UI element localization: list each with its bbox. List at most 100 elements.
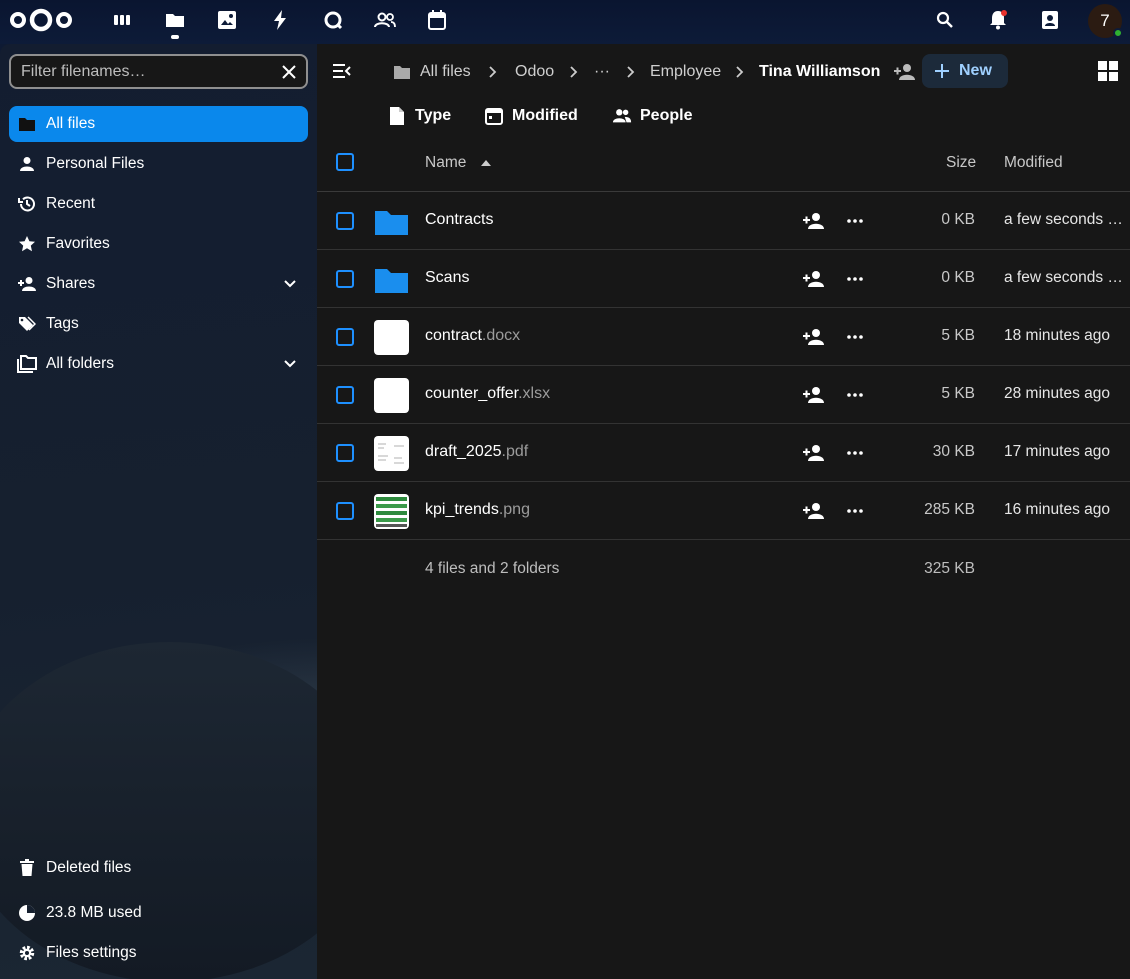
notification-badge (1001, 10, 1007, 16)
online-status-indicator (1113, 28, 1123, 38)
breadcrumb: All files Odoo ··· Employee Tina William… (317, 54, 1130, 90)
top-bar: 7 (0, 0, 1130, 44)
select-all-checkbox[interactable] (336, 153, 354, 171)
contacts-menu-icon[interactable] (1037, 7, 1063, 33)
breadcrumb-all-files[interactable]: All files (393, 54, 471, 90)
sidebar-item-recent[interactable]: Recent (9, 186, 308, 222)
sidebar-item-label: Shares (46, 275, 96, 292)
row-checkbox[interactable] (336, 502, 354, 520)
filter-people[interactable]: People (612, 98, 692, 134)
file-name[interactable]: Contracts (425, 211, 493, 229)
sidebar-item-all-folders[interactable]: All folders (9, 346, 308, 382)
modified-column-header[interactable]: Modified (1004, 154, 1063, 172)
sidebar-item-files-settings[interactable]: Files settings (9, 935, 308, 971)
chevron-right-icon (736, 66, 744, 78)
file-list-area: All files Odoo ··· Employee Tina William… (317, 44, 1130, 979)
file-modified: 28 minutes ago (1004, 385, 1110, 402)
breadcrumb-employee[interactable]: Employee (650, 54, 721, 90)
sidebar-item-favorites[interactable]: Favorites (9, 226, 308, 262)
share-icon[interactable] (803, 269, 825, 289)
talk-icon[interactable] (320, 7, 346, 33)
row-checkbox[interactable] (336, 328, 354, 346)
sidebar-item-shares[interactable]: Shares (9, 266, 308, 302)
storage-usage-label: 23.8 MB used (46, 904, 142, 921)
filter-filenames-field (9, 54, 308, 89)
more-actions-icon[interactable] (845, 270, 865, 288)
share-icon[interactable] (803, 443, 825, 463)
table-row[interactable]: kpi_trends.png 285 KB 16 minutes ago (317, 482, 1130, 540)
activity-icon[interactable] (267, 7, 293, 33)
clear-filter-icon[interactable] (280, 63, 298, 81)
new-button[interactable]: New (922, 54, 1008, 88)
filter-filenames-input[interactable] (21, 62, 271, 81)
chevron-down-icon[interactable] (282, 356, 298, 372)
notifications-icon[interactable] (985, 7, 1011, 33)
file-name[interactable]: draft_2025.pdf (425, 443, 528, 461)
navigation-sidebar: All files Personal Files Recent Favorite… (0, 44, 380, 979)
share-icon (17, 274, 37, 294)
photos-icon[interactable] (214, 7, 240, 33)
table-row[interactable]: Contracts 0 KB a few seconds ago (317, 192, 1130, 250)
tag-icon (17, 314, 37, 334)
filter-type[interactable]: Type (387, 98, 451, 134)
filter-chips: Type Modified People (317, 98, 1130, 134)
table-row[interactable]: Scans 0 KB a few seconds ago (317, 250, 1130, 308)
chevron-down-icon[interactable] (282, 276, 298, 292)
share-icon[interactable] (803, 327, 825, 347)
filter-type-label: Type (415, 107, 452, 124)
table-row[interactable]: contract.docx 5 KB 18 minutes ago (317, 308, 1130, 366)
contacts-icon[interactable] (372, 7, 398, 33)
grid-view-icon[interactable] (1098, 61, 1118, 81)
files-icon[interactable] (162, 7, 188, 39)
more-actions-icon[interactable] (845, 386, 865, 404)
trash-icon (17, 858, 37, 878)
breadcrumb-odoo[interactable]: Odoo (515, 54, 554, 90)
row-checkbox[interactable] (336, 444, 354, 462)
sidebar-item-label: Tags (46, 315, 79, 332)
table-row[interactable]: draft_2025.pdf 30 KB 17 minutes ago (317, 424, 1130, 482)
sort-ascending-icon (480, 160, 491, 166)
table-row[interactable]: counter_offer.xlsx 5 KB 28 minutes ago (317, 366, 1130, 424)
total-size-summary: 325 KB (924, 560, 975, 577)
file-name[interactable]: Scans (425, 269, 469, 287)
sidebar-item-tags[interactable]: Tags (9, 306, 308, 342)
more-actions-icon[interactable] (845, 502, 865, 520)
filter-people-label: People (640, 107, 693, 124)
plus-icon (935, 64, 949, 78)
toggle-navigation-icon[interactable] (333, 63, 351, 79)
size-column-header[interactable]: Size (946, 154, 976, 172)
column-label: Modified (1004, 154, 1063, 171)
nextcloud-logo[interactable] (8, 6, 74, 34)
share-folder-icon[interactable] (894, 63, 916, 81)
sidebar-item-deleted-files[interactable]: Deleted files (9, 850, 308, 886)
more-actions-icon[interactable] (845, 444, 865, 462)
breadcrumb-more[interactable]: ··· (594, 54, 610, 90)
row-checkbox[interactable] (336, 270, 354, 288)
name-column-header[interactable]: Name (425, 154, 491, 172)
table-summary: 4 files and 2 folders 325 KB (317, 540, 1130, 598)
sidebar-item-personal-files[interactable]: Personal Files (9, 146, 308, 182)
folder-icon (394, 65, 410, 79)
filter-modified[interactable]: Modified (484, 98, 578, 134)
share-icon[interactable] (803, 211, 825, 231)
file-name[interactable]: kpi_trends.png (425, 501, 530, 519)
sidebar-item-label: All files (46, 115, 96, 132)
more-actions-icon[interactable] (845, 328, 865, 346)
share-icon[interactable] (803, 501, 825, 521)
breadcrumb-current-folder[interactable]: Tina Williamson (759, 54, 880, 90)
file-name[interactable]: contract.docx (425, 327, 520, 345)
row-checkbox[interactable] (336, 212, 354, 230)
search-icon[interactable] (932, 7, 958, 33)
sidebar-item-label: Recent (46, 195, 96, 212)
file-name[interactable]: counter_offer.xlsx (425, 385, 550, 403)
share-icon[interactable] (803, 385, 825, 405)
more-actions-icon[interactable] (845, 212, 865, 230)
dashboard-icon[interactable] (109, 7, 135, 33)
row-checkbox[interactable] (336, 386, 354, 404)
sidebar-item-label: All folders (46, 355, 115, 372)
sidebar-item-all-files[interactable]: All files (9, 106, 308, 142)
storage-usage[interactable]: 23.8 MB used (9, 895, 308, 931)
people-icon (612, 106, 632, 126)
calendar-icon[interactable] (424, 7, 450, 33)
pdf-thumbnail (374, 436, 409, 471)
